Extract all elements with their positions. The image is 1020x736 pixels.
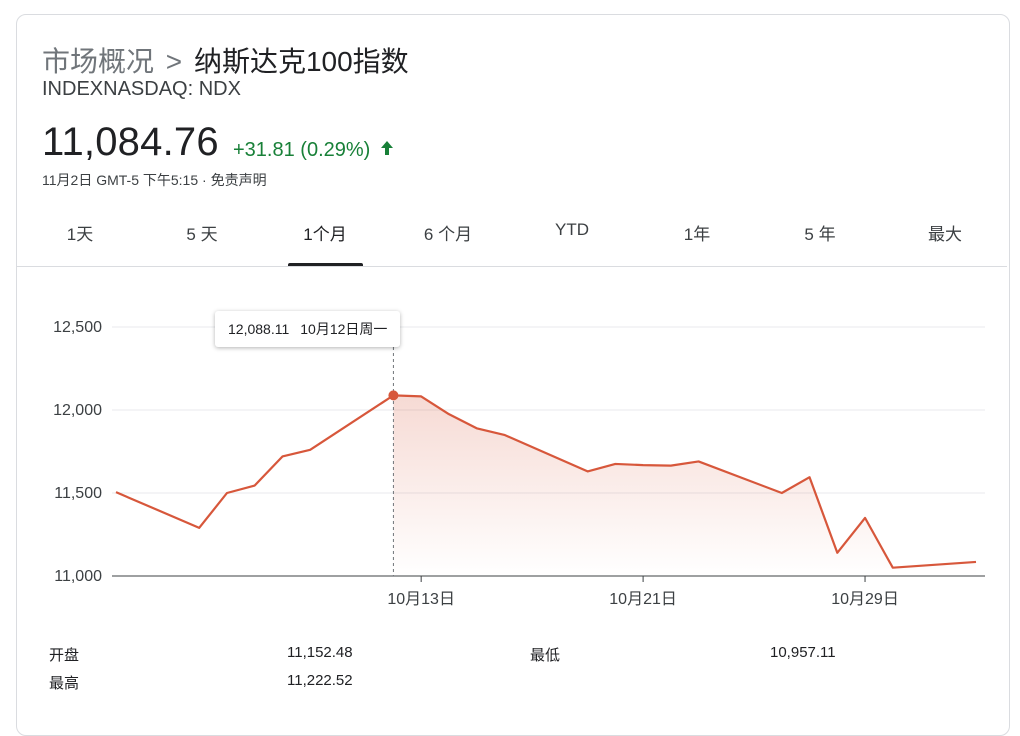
- data-point[interactable]: [641, 463, 645, 467]
- y-tick-label: 12,500: [53, 319, 102, 336]
- y-tick-label: 11,500: [54, 485, 102, 502]
- data-point[interactable]: [447, 412, 451, 416]
- data-point[interactable]: [475, 426, 479, 430]
- data-point[interactable]: [613, 462, 617, 466]
- data-point[interactable]: [863, 516, 867, 520]
- data-point[interactable]: [808, 475, 812, 479]
- hover-point: [388, 390, 399, 401]
- data-point[interactable]: [225, 491, 229, 495]
- data-point[interactable]: [197, 526, 201, 530]
- stat-high-label: 最高: [49, 675, 80, 692]
- x-tick-label: 10月29日: [831, 591, 899, 608]
- y-tick-label: 11,000: [54, 568, 102, 585]
- stat-open-value: 11,152.48: [287, 644, 353, 661]
- data-point[interactable]: [502, 433, 506, 437]
- data-point[interactable]: [669, 464, 673, 468]
- x-tick-label: 10月21日: [609, 591, 677, 608]
- data-point[interactable]: [974, 560, 978, 564]
- data-point[interactable]: [586, 469, 590, 473]
- data-point[interactable]: [419, 394, 423, 398]
- tooltip-value: 12,088.11: [228, 321, 290, 337]
- data-point[interactable]: [253, 484, 257, 488]
- data-point[interactable]: [114, 490, 118, 494]
- data-point[interactable]: [280, 454, 284, 458]
- data-point[interactable]: [835, 551, 839, 555]
- data-point[interactable]: [891, 566, 895, 570]
- price-chart[interactable]: 11,000 11,500 12,000 12,500 10月13日 10月21日 10月…: [0, 0, 1020, 709]
- y-tick-label: 12,000: [53, 402, 102, 419]
- stat-low-label: 最低: [530, 647, 561, 664]
- data-point[interactable]: [697, 459, 701, 463]
- data-point[interactable]: [308, 448, 312, 452]
- tooltip-date: 10月12日周一: [300, 321, 388, 337]
- stat-low-value: 10,957.11: [770, 644, 836, 661]
- price-tooltip: 12,088.11 10月12日周一: [215, 311, 401, 347]
- x-tick-label: 10月13日: [387, 591, 455, 608]
- data-point[interactable]: [780, 491, 784, 495]
- stat-open-label: 开盘: [49, 647, 80, 664]
- stat-high-value: 11,222.52: [287, 672, 353, 689]
- price-area-fill: [393, 395, 977, 576]
